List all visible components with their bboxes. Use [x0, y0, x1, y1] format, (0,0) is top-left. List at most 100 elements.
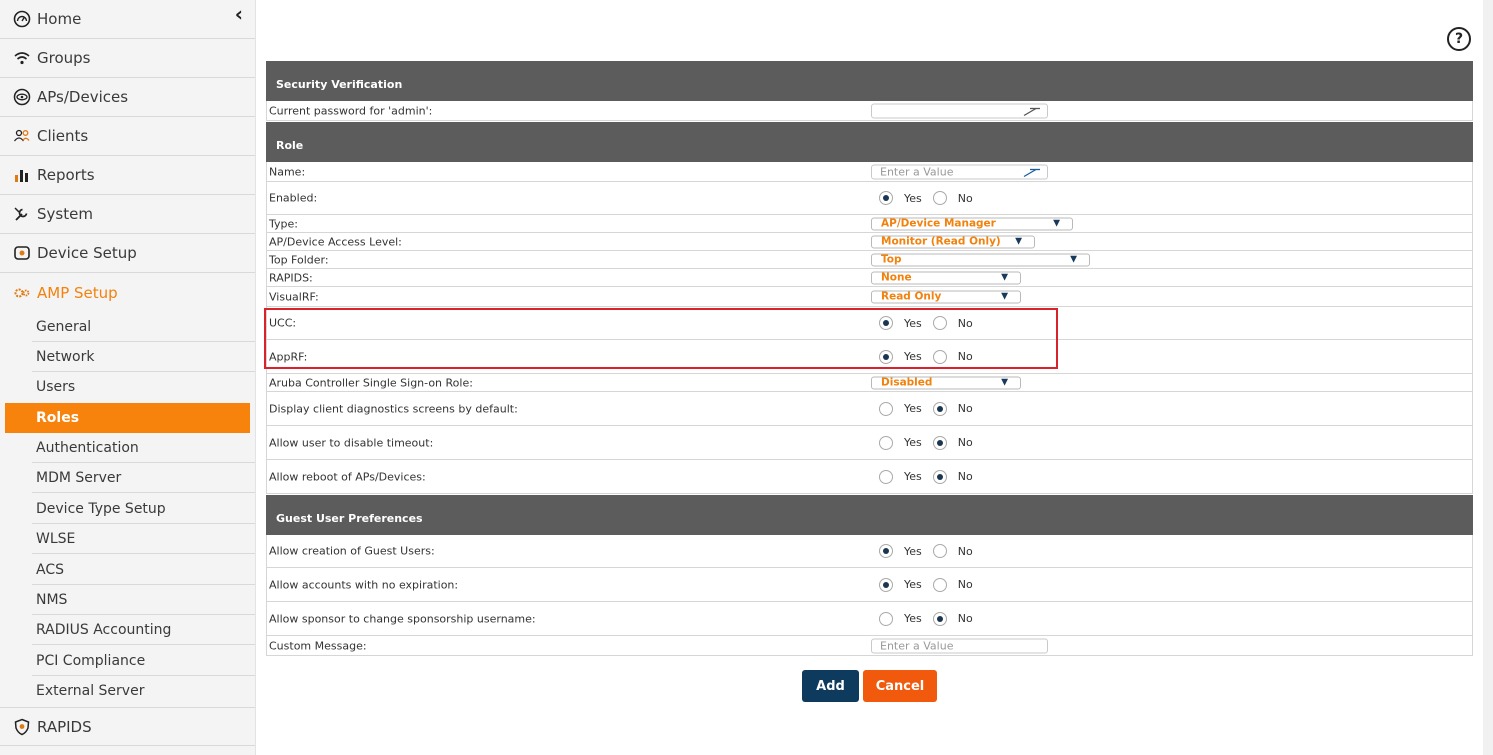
row-apprf: AppRF: Yes No [266, 340, 1473, 374]
timeout-no-radio[interactable] [932, 435, 947, 450]
ucc-no-radio[interactable] [932, 316, 947, 330]
sidebar-sub-radius-accounting[interactable]: RADIUS Accounting [0, 615, 255, 645]
collapse-sidebar-icon[interactable]: ‹ [235, 2, 243, 26]
name-placeholder: Enter a Value [880, 165, 954, 178]
eye-icon [11, 86, 33, 108]
sidebar-sub-mdm-server[interactable]: MDM Server [0, 463, 255, 493]
guest-create-no-radio[interactable] [932, 544, 947, 558]
rapids-select[interactable]: None ▼ [871, 271, 1021, 284]
row-sso-role: Aruba Controller Single Sign-on Role: Di… [266, 374, 1473, 392]
row-client-diagnostics: Display client diagnostics screens by de… [266, 392, 1473, 426]
nav-label: RAPIDS [37, 717, 92, 736]
select-value: Top [881, 253, 902, 265]
timeout-yes-radio[interactable] [879, 435, 893, 450]
sidebar-sub-nms[interactable]: NMS [0, 585, 255, 615]
radio-label: Yes [904, 612, 922, 625]
radio-label: Yes [904, 316, 922, 330]
nav-label: Device Setup [37, 244, 137, 262]
field-label: Enabled: [269, 191, 318, 205]
field-label: Type: [269, 217, 298, 230]
visualrf-select[interactable]: Read Only ▼ [871, 290, 1021, 303]
current-password-input[interactable] [871, 103, 1048, 118]
sidebar-sub-device-type-setup[interactable]: Device Type Setup [0, 494, 255, 524]
row-current-password: Current password for 'admin': [266, 101, 1473, 121]
nav-label: System [37, 205, 93, 223]
enabled-yes-radio[interactable] [879, 191, 893, 205]
custom-message-input[interactable]: Enter a Value [871, 638, 1048, 653]
nav-label: Home [37, 10, 82, 28]
sso-role-select[interactable]: Disabled ▼ [871, 376, 1021, 389]
sponsor-yes-radio[interactable] [879, 611, 893, 626]
radio-label: Yes [904, 350, 922, 363]
select-value: None [881, 271, 912, 283]
nav-rapids[interactable]: RAPIDS [0, 707, 255, 746]
scrollbar[interactable] [1483, 0, 1493, 755]
reboot-no-radio[interactable] [932, 469, 947, 484]
nav-aps-devices[interactable]: APs/Devices [0, 78, 255, 117]
enabled-no-radio[interactable] [932, 191, 947, 205]
chevron-down-icon: ▼ [1001, 377, 1008, 387]
radio-label: No [957, 470, 973, 483]
radio-label: No [957, 436, 973, 449]
section-header-guest: Guest User Preferences [266, 495, 1473, 535]
nav-label: AMP Setup [37, 283, 118, 302]
nav-groups[interactable]: Groups [0, 39, 255, 78]
wifi-icon [11, 47, 33, 69]
row-custom-message: Custom Message: Enter a Value [266, 636, 1473, 656]
row-disable-timeout: Allow user to disable timeout: Yes No [266, 426, 1473, 460]
guest-create-yes-radio[interactable] [879, 544, 893, 558]
nav-device-setup[interactable]: Device Setup [0, 234, 255, 273]
sub-label: NMS [36, 592, 68, 608]
nav-amp-setup[interactable]: AMP Setup [0, 273, 255, 312]
apprf-yes-radio[interactable] [879, 349, 893, 364]
sub-label: External Server [36, 683, 145, 699]
sidebar-sub-network[interactable]: Network [0, 342, 255, 372]
select-value: Disabled [881, 376, 933, 388]
type-select[interactable]: AP/Device Manager ▼ [871, 217, 1073, 230]
sidebar-sub-roles[interactable]: Roles [5, 403, 255, 433]
sidebar-sub-pci-compliance[interactable]: PCI Compliance [0, 646, 255, 676]
row-top-folder: Top Folder: Top ▼ [266, 251, 1473, 269]
nav-system[interactable]: System [0, 195, 255, 234]
radio-label: No [957, 350, 973, 363]
sidebar-sub-users[interactable]: Users [0, 372, 255, 402]
sponsor-no-radio[interactable] [932, 611, 947, 626]
select-value: Read Only [881, 290, 942, 302]
radio-label: No [957, 612, 973, 625]
nav-clients[interactable]: Clients [0, 117, 255, 156]
sidebar-sub-acs[interactable]: ACS [0, 555, 255, 585]
no-expiration-no-radio[interactable] [932, 577, 947, 592]
cancel-button[interactable]: Cancel [863, 670, 937, 702]
apprf-no-radio[interactable] [932, 349, 947, 364]
ucc-yes-radio[interactable] [879, 316, 893, 330]
select-value: AP/Device Manager [881, 217, 996, 229]
custom-message-placeholder: Enter a Value [880, 639, 954, 652]
add-button[interactable]: Add [802, 670, 859, 702]
field-label: Name: [269, 165, 306, 178]
chevron-down-icon: ▼ [1001, 272, 1008, 282]
access-level-select[interactable]: Monitor (Read Only) ▼ [871, 235, 1035, 248]
nav-reports[interactable]: Reports [0, 156, 255, 195]
top-folder-select[interactable]: Top ▼ [871, 253, 1090, 266]
radio-label: No [957, 544, 973, 558]
field-label: Allow accounts with no expiration: [269, 578, 459, 591]
sub-label: ACS [36, 562, 64, 578]
sidebar-sub-wlse[interactable]: WLSE [0, 524, 255, 554]
no-expiration-yes-radio[interactable] [879, 577, 893, 592]
client-diag-yes-radio[interactable] [879, 401, 893, 416]
nav-label: Groups [37, 49, 91, 67]
key-icon [1023, 107, 1040, 116]
sidebar-sub-authentication[interactable]: Authentication [0, 433, 255, 463]
field-label: Current password for 'admin': [269, 104, 433, 117]
help-icon[interactable]: ? [1447, 27, 1471, 51]
field-label: Allow creation of Guest Users: [269, 544, 435, 558]
nav-home[interactable]: Home ‹ [0, 0, 255, 39]
reboot-yes-radio[interactable] [879, 469, 893, 484]
radio-label: No [957, 316, 973, 330]
client-diag-no-radio[interactable] [932, 401, 947, 416]
sidebar-sub-general[interactable]: General [0, 312, 255, 342]
sidebar-sub-external-server[interactable]: External Server [0, 676, 255, 706]
radio-label: No [957, 191, 973, 205]
name-input[interactable]: Enter a Value [871, 164, 1048, 179]
field-label: RAPIDS: [269, 271, 313, 284]
